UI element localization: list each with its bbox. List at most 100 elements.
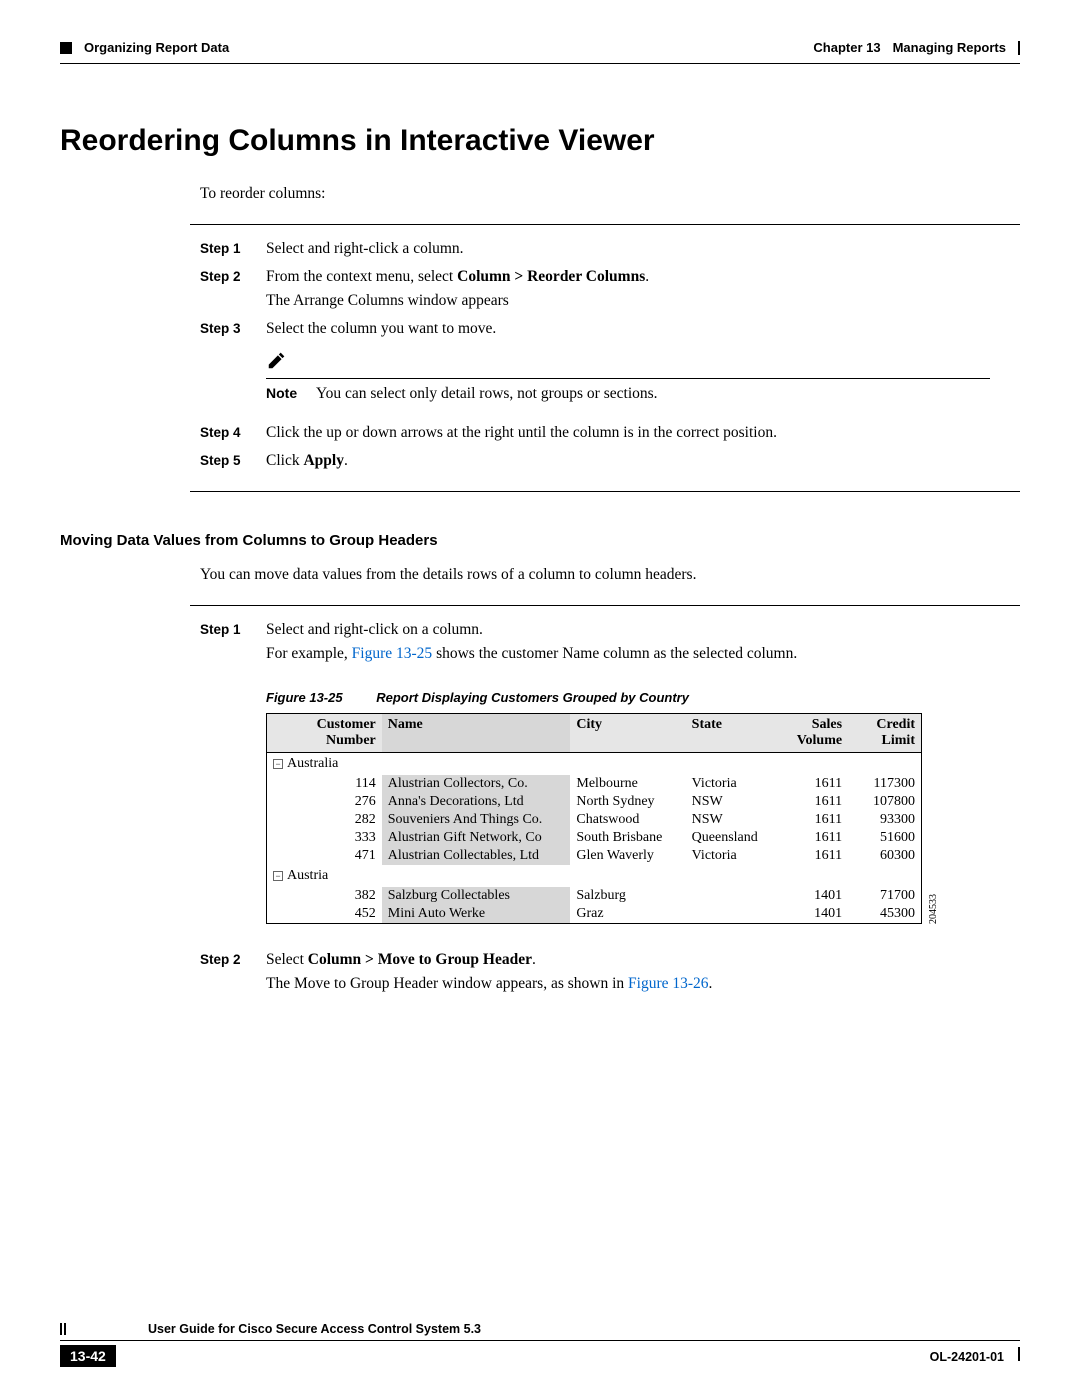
cell-credit: 107800 xyxy=(848,793,921,811)
step-text: Select and right-click a column. xyxy=(266,237,1020,261)
step-row: Step 1 Select and right-click a column. xyxy=(60,237,1020,261)
cell-sales: 1611 xyxy=(775,829,848,847)
table-row: 282Souveniers And Things Co.ChatswoodNSW… xyxy=(267,811,922,829)
step-text: Select the column you want to move. xyxy=(266,317,1020,341)
cell-name: Alustrian Collectors, Co. xyxy=(382,775,571,793)
cell-sales: 1611 xyxy=(775,793,848,811)
step-label: Step 2 xyxy=(200,269,260,284)
menu-path: Column > Move to Group Header xyxy=(308,951,532,968)
cell-city: Salzburg xyxy=(570,887,685,905)
table-row: 114Alustrian Collectors, Co.MelbourneVic… xyxy=(267,775,922,793)
table-row: 452Mini Auto WerkeGraz140145300 xyxy=(267,905,922,924)
col-header-credit-limit: CreditLimit xyxy=(848,714,921,753)
cell-state: Queensland xyxy=(686,829,775,847)
cell-state: Victoria xyxy=(686,775,775,793)
separator xyxy=(190,224,1020,225)
cell-name: Alustrian Collectables, Ltd xyxy=(382,847,571,865)
cell-credit: 71700 xyxy=(848,887,921,905)
text: From the context menu, select xyxy=(266,268,457,285)
header-rule xyxy=(60,63,1020,64)
step-row: Step 4 Click the up or down arrows at th… xyxy=(60,421,1020,445)
step-text: Click Apply. xyxy=(266,449,1020,473)
cell-state xyxy=(686,905,775,924)
text: Click xyxy=(266,452,303,469)
chapter-title: Managing Reports xyxy=(893,40,1006,55)
table-row: 333Alustrian Gift Network, CoSouth Brisb… xyxy=(267,829,922,847)
guide-title: User Guide for Cisco Secure Access Contr… xyxy=(148,1322,481,1336)
cell-sales: 1611 xyxy=(775,847,848,865)
note-text: You can select only detail rows, not gro… xyxy=(316,385,658,403)
col-header-city: City xyxy=(570,714,685,753)
collapse-icon[interactable]: − xyxy=(273,871,283,881)
sub-intro: You can move data values from the detail… xyxy=(200,563,1020,587)
text: shows the customer Name column as the se… xyxy=(432,645,797,662)
step-row: Step 2 Select Column > Move to Group Hea… xyxy=(60,948,1020,996)
cell-customer-number: 114 xyxy=(287,775,381,793)
text: . xyxy=(344,452,348,469)
cell-city: Graz xyxy=(570,905,685,924)
cell-city: South Brisbane xyxy=(570,829,685,847)
cell-name: Souveniers And Things Co. xyxy=(382,811,571,829)
step-extra: The Arrange Columns window appears xyxy=(266,289,1020,313)
figure-link[interactable]: Figure 13-25 xyxy=(352,645,433,662)
collapse-icon[interactable]: − xyxy=(273,759,283,769)
cell-credit: 117300 xyxy=(848,775,921,793)
text: Select xyxy=(266,951,308,968)
cell-credit: 60300 xyxy=(848,847,921,865)
cell-name: Mini Auto Werke xyxy=(382,905,571,924)
table-row: 471Alustrian Collectables, LtdGlen Waver… xyxy=(267,847,922,865)
step-text: From the context menu, select Column > R… xyxy=(266,265,1020,313)
col-header-sales-volume: SalesVolume xyxy=(775,714,848,753)
step-label: Step 1 xyxy=(200,241,260,256)
col-header-state: State xyxy=(686,714,775,753)
cell-customer-number: 382 xyxy=(287,887,381,905)
step-row: Step 2 From the context menu, select Col… xyxy=(60,265,1020,313)
figure-number: Figure 13-25 xyxy=(266,690,343,705)
subheading: Moving Data Values from Columns to Group… xyxy=(60,532,1020,549)
cell-city: Glen Waverly xyxy=(570,847,685,865)
cell-sales: 1611 xyxy=(775,775,848,793)
tick-icon xyxy=(64,1323,66,1335)
table-row: 382Salzburg CollectablesSalzburg 14017170… xyxy=(267,887,922,905)
table-row: 276Anna's Decorations, LtdNorth SydneyNS… xyxy=(267,793,922,811)
cell-customer-number: 276 xyxy=(287,793,381,811)
tick-icon xyxy=(60,1323,62,1335)
col-header-customer-number: CustomerNumber xyxy=(287,714,381,753)
text: The Move to Group Header window appears,… xyxy=(266,975,628,992)
group-toggle[interactable]: − Austria xyxy=(273,868,328,884)
page-footer: User Guide for Cisco Secure Access Contr… xyxy=(60,1322,1020,1367)
cell-state: Victoria xyxy=(686,847,775,865)
chapter-number: Chapter 13 xyxy=(813,40,880,55)
divider-icon xyxy=(1018,1347,1020,1361)
cell-sales: 1401 xyxy=(775,887,848,905)
menu-path: Column > Reorder Columns xyxy=(457,268,645,285)
cell-state: NSW xyxy=(686,811,775,829)
note-label: Note xyxy=(266,385,316,401)
separator xyxy=(190,491,1020,492)
text: Select and right-click on a column. xyxy=(266,618,1020,642)
document-id: OL-24201-01 xyxy=(930,1350,1004,1364)
text: . xyxy=(709,975,713,992)
cell-name: Salzburg Collectables xyxy=(382,887,571,905)
cell-name: Anna's Decorations, Ltd xyxy=(382,793,571,811)
figure-caption: Figure 13-25 Report Displaying Customers… xyxy=(266,690,1020,705)
button-name: Apply xyxy=(303,452,344,469)
bullet-icon xyxy=(60,42,72,54)
section-name: Organizing Report Data xyxy=(84,40,229,55)
note-icon-row xyxy=(266,349,1020,376)
step-label: Step 2 xyxy=(200,952,260,967)
cell-state xyxy=(686,887,775,905)
page-header: Organizing Report Data Chapter 13 Managi… xyxy=(60,40,1020,55)
figure-link[interactable]: Figure 13-26 xyxy=(628,975,709,992)
cell-customer-number: 471 xyxy=(287,847,381,865)
report-table: CustomerNumber Name City State SalesVolu… xyxy=(266,713,922,924)
group-toggle[interactable]: − Australia xyxy=(273,756,338,772)
pencil-icon xyxy=(266,349,288,371)
step-row: Step 1 Select and right-click on a colum… xyxy=(60,618,1020,666)
intro-text: To reorder columns: xyxy=(200,182,1020,206)
step-text: Click the up or down arrows at the right… xyxy=(266,421,1020,445)
cell-city: Melbourne xyxy=(570,775,685,793)
cell-state: NSW xyxy=(686,793,775,811)
cell-sales: 1401 xyxy=(775,905,848,924)
step-row: Step 5 Click Apply. xyxy=(60,449,1020,473)
